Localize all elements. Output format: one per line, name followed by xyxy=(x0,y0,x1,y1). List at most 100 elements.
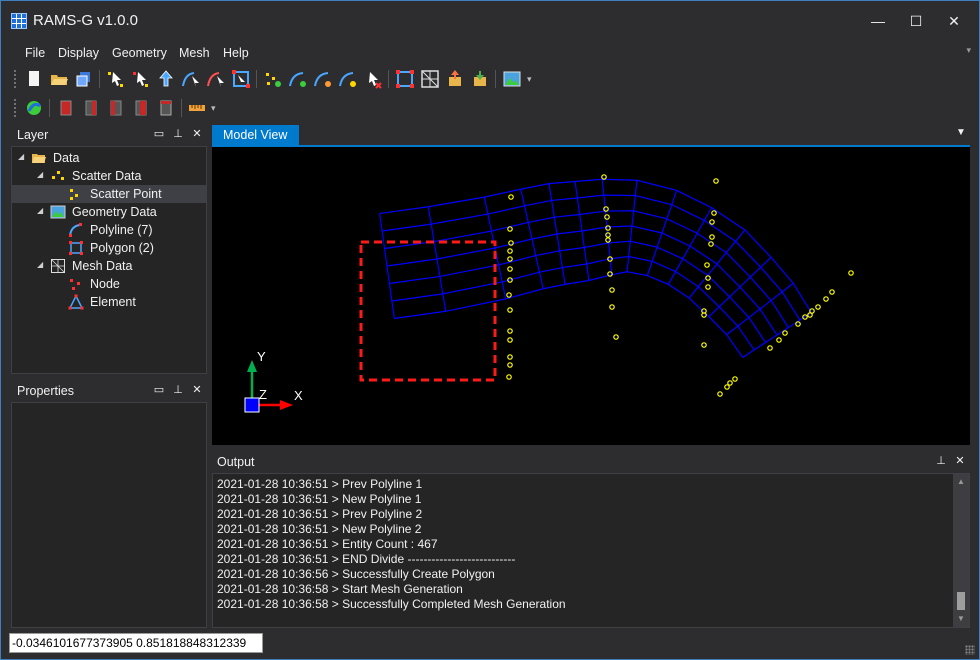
x-axis-label: X xyxy=(294,388,303,403)
properties-panel-header: Properties ▭ ⊥ ✕ xyxy=(11,381,207,401)
scatter-point xyxy=(727,380,733,386)
split-polyline-icon[interactable] xyxy=(337,68,359,90)
axis-triad: Y Z X xyxy=(244,349,303,413)
toolbar-dropdown-icon[interactable]: ▾ xyxy=(527,74,532,85)
tab-dropdown-icon[interactable]: ▼ xyxy=(956,127,966,138)
tree-item-node[interactable]: Node xyxy=(12,275,206,293)
box-back-icon[interactable] xyxy=(80,97,102,119)
toolbar-grip[interactable] xyxy=(13,69,17,89)
panel-close-icon[interactable]: ✕ xyxy=(190,383,204,397)
maximize-button[interactable]: ☐ xyxy=(897,7,935,35)
deselect-polyline-icon[interactable] xyxy=(205,68,227,90)
scatter-point xyxy=(507,256,513,262)
select-polygon-icon[interactable] xyxy=(230,68,252,90)
ruler-icon[interactable] xyxy=(186,97,208,119)
scatter-point xyxy=(713,178,719,184)
tree-item-polygon[interactable]: Polygon (2) xyxy=(12,239,206,257)
model-viewport[interactable]: Y Z X xyxy=(212,147,970,445)
output-scrollbar[interactable]: ▲ ▼ xyxy=(953,474,969,627)
menu-overflow-icon[interactable]: ▾ xyxy=(966,45,971,56)
log-line: 2021-01-28 10:36:56 > Successfully Creat… xyxy=(217,567,495,581)
open-folder-icon[interactable] xyxy=(48,68,70,90)
scatter-point xyxy=(823,296,829,302)
select-point-icon[interactable] xyxy=(105,68,127,90)
pin-icon[interactable]: ⊥ xyxy=(934,454,948,468)
box-left-icon[interactable] xyxy=(105,97,127,119)
float-window-icon[interactable]: ▭ xyxy=(152,127,166,141)
float-window-icon[interactable]: ▭ xyxy=(152,383,166,397)
add-point-icon[interactable] xyxy=(262,68,284,90)
selection-rectangle xyxy=(359,240,497,382)
tree-item-data[interactable]: ◢ Data xyxy=(12,149,206,167)
y-axis-label: Y xyxy=(257,349,266,364)
menu-mesh[interactable]: Mesh xyxy=(179,46,210,60)
close-button[interactable]: ✕ xyxy=(935,7,973,35)
panel-close-icon[interactable]: ✕ xyxy=(953,454,967,468)
new-file-icon[interactable] xyxy=(23,68,45,90)
display-image-icon[interactable] xyxy=(501,68,523,90)
log-line: 2021-01-28 10:36:51 > New Polyline 2 xyxy=(217,522,422,536)
polygon-icon[interactable] xyxy=(394,68,416,90)
scroll-thumb[interactable] xyxy=(957,592,965,610)
export-icon[interactable] xyxy=(469,68,491,90)
toolbar-grip[interactable] xyxy=(13,98,17,118)
move-point-icon[interactable] xyxy=(155,68,177,90)
tab-model-view[interactable]: Model View xyxy=(212,125,299,145)
expand-arrow-icon[interactable]: ◢ xyxy=(37,206,43,215)
add-polyline-icon[interactable] xyxy=(287,68,309,90)
tree-item-element[interactable]: Element xyxy=(12,293,206,311)
menu-display[interactable]: Display xyxy=(58,46,99,60)
mesh-line xyxy=(394,271,744,358)
box-top-icon[interactable] xyxy=(155,97,177,119)
scatter-point xyxy=(609,304,615,310)
scatter-point xyxy=(776,337,782,343)
box-right-icon[interactable] xyxy=(130,97,152,119)
scatter-point xyxy=(506,374,512,380)
scatter-point xyxy=(613,334,619,340)
menu-geometry[interactable]: Geometry xyxy=(112,46,167,60)
refresh-icon[interactable] xyxy=(23,97,45,119)
scatter-point xyxy=(507,337,513,343)
pin-icon[interactable]: ⊥ xyxy=(171,127,185,141)
layer-panel: Layer ▭ ⊥ ✕ ◢ Data ◢ Scatter Data Scatte… xyxy=(11,125,207,374)
scatter-point xyxy=(701,342,707,348)
save-icon[interactable] xyxy=(73,68,95,90)
tree-item-scatter-data[interactable]: ◢ Scatter Data xyxy=(12,167,206,185)
polyline-icon xyxy=(69,223,82,237)
minimize-button[interactable]: — xyxy=(859,7,897,35)
edit-polyline-icon[interactable] xyxy=(312,68,334,90)
import-icon[interactable] xyxy=(444,68,466,90)
log-line: 2021-01-28 10:36:51 > Prev Polyline 2 xyxy=(217,507,423,521)
mesh-grid-icon[interactable] xyxy=(419,68,441,90)
menu-file[interactable]: File xyxy=(25,46,45,60)
scatter-point xyxy=(717,391,723,397)
scatter-point xyxy=(507,248,513,254)
title-bar: RAMS-G v1.0.0 — ☐ ✕ xyxy=(1,1,979,41)
scatter-point xyxy=(732,376,738,382)
resize-grip[interactable] xyxy=(965,645,975,655)
expand-arrow-icon[interactable]: ◢ xyxy=(37,170,43,179)
expand-arrow-icon[interactable]: ◢ xyxy=(37,260,43,269)
tree-item-geometry-data[interactable]: ◢ Geometry Data xyxy=(12,203,206,221)
scroll-up-icon[interactable]: ▲ xyxy=(957,477,965,486)
layer-panel-title: Layer xyxy=(17,128,49,142)
expand-arrow-icon[interactable]: ◢ xyxy=(18,152,24,161)
main-toolbar: ▾ xyxy=(11,66,591,92)
menu-help[interactable]: Help xyxy=(223,46,249,60)
geometry-data-icon xyxy=(50,205,66,219)
toolbar-dropdown-icon[interactable]: ▾ xyxy=(211,103,216,114)
box-front-icon[interactable] xyxy=(55,97,77,119)
log-line: 2021-01-28 10:36:51 > END Divide -------… xyxy=(217,552,516,566)
pin-icon[interactable]: ⊥ xyxy=(171,383,185,397)
delete-icon[interactable] xyxy=(362,68,384,90)
deselect-point-icon[interactable] xyxy=(130,68,152,90)
tree-item-scatter-point[interactable]: Scatter Point xyxy=(12,185,206,203)
scatter-point xyxy=(507,362,513,368)
tree-item-mesh-data[interactable]: ◢ Mesh Data xyxy=(12,257,206,275)
panel-close-icon[interactable]: ✕ xyxy=(190,127,204,141)
z-axis-label: Z xyxy=(259,387,267,402)
scatter-point xyxy=(601,174,607,180)
scroll-down-icon[interactable]: ▼ xyxy=(957,614,965,623)
tree-item-polyline[interactable]: Polyline (7) xyxy=(12,221,206,239)
select-polyline-icon[interactable] xyxy=(180,68,202,90)
